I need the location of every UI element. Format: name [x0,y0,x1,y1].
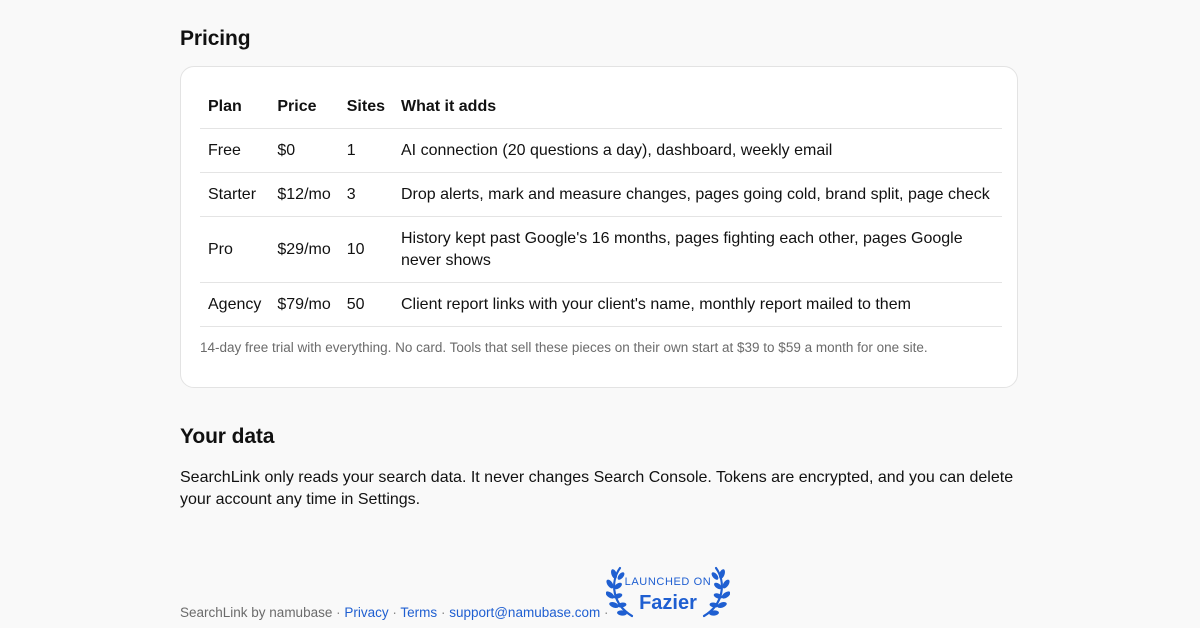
adds-cell: History kept past Google's 16 months, pa… [393,216,1002,283]
column-header-price: Price [269,85,339,129]
footer-separator: · [440,605,446,620]
table-header-row: Plan Price Sites What it adds [200,85,1002,129]
price-cell: $12/mo [269,172,339,217]
terms-link[interactable]: Terms [400,605,437,620]
badge-name: Fazier [639,592,697,614]
support-email-link[interactable]: support@namubase.com [449,605,600,620]
sites-cell: 10 [338,216,393,283]
privacy-link[interactable]: Privacy [344,605,388,620]
fazier-launch-badge[interactable]: LAUNCHED ON Fazier [606,564,730,622]
pricing-note: 14-day free trial with everything. No ca… [200,340,928,355]
pricing-heading: Pricing [180,27,251,50]
table-row: Agency $79/mo 50 Client report links wit… [200,282,1002,327]
column-header-what-it-adds: What it adds [393,85,1002,129]
badge-top-text: LAUNCHED ON [624,576,712,588]
price-cell: $79/mo [269,282,339,327]
plan-cell: Agency [200,282,270,327]
footer: SearchLink by namubase · Privacy · Terms… [180,605,609,620]
pricing-card: Plan Price Sites What it adds Free $0 1 … [180,66,1018,388]
your-data-text: SearchLink only reads your search data. … [180,469,1014,508]
footer-separator: · [392,605,397,620]
table-row: Pro $29/mo 10 History kept past Google's… [200,216,1002,283]
sites-cell: 1 [338,128,393,173]
price-cell: $0 [269,128,339,173]
sites-cell: 3 [338,172,393,217]
plan-cell: Starter [200,172,270,217]
footer-separator: · [336,605,341,620]
sites-cell: 50 [338,282,393,327]
your-data-heading: Your data [180,425,275,448]
column-header-plan: Plan [200,85,270,129]
footer-brand: SearchLink by namubase [180,605,333,620]
adds-cell: AI connection (20 questions a day), dash… [393,128,1002,173]
price-cell: $29/mo [269,216,339,283]
table-row: Starter $12/mo 3 Drop alerts, mark and m… [200,172,1002,217]
table-row: Free $0 1 AI connection (20 questions a … [200,128,1002,173]
column-header-sites: Sites [338,85,393,129]
plan-cell: Free [200,128,270,173]
adds-cell: Client report links with your client's n… [393,282,1002,327]
adds-cell: Drop alerts, mark and measure changes, p… [393,172,1002,217]
plan-cell: Pro [200,216,270,283]
pricing-table: Plan Price Sites What it adds Free $0 1 … [200,85,1002,327]
